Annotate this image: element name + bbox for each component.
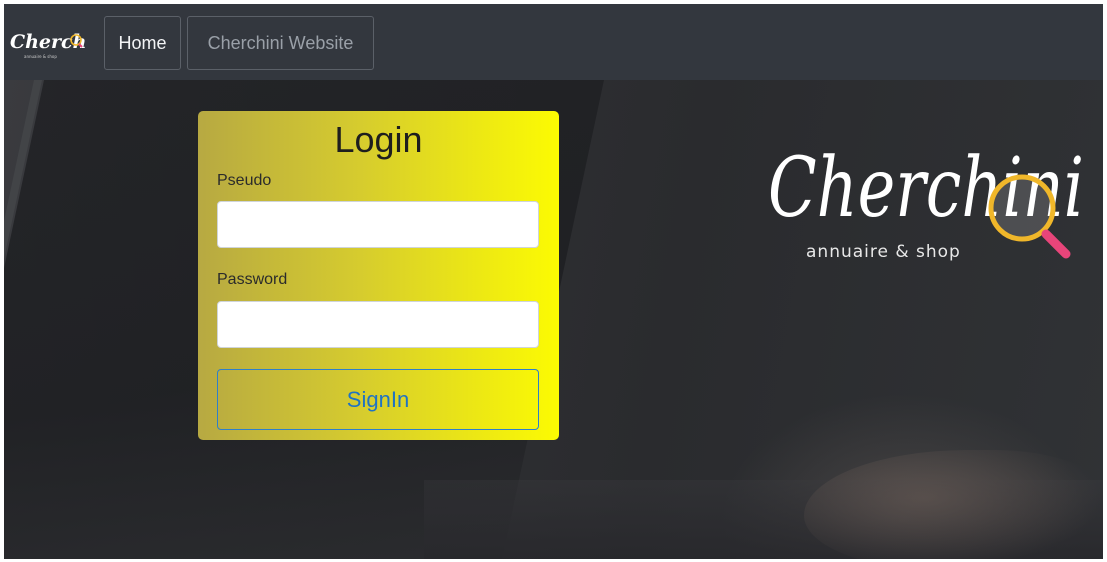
- signin-button[interactable]: SignIn: [217, 369, 539, 430]
- background-hand: [804, 450, 1103, 559]
- nav-home-button[interactable]: Home: [104, 16, 181, 70]
- password-label: Password: [217, 271, 288, 288]
- login-title: Login: [334, 119, 423, 160]
- brand-subtext: annuaire & shop: [24, 54, 57, 59]
- navbar: Cherchini annuaire & shop Home Cherchini…: [4, 4, 1103, 80]
- cherchini-logo: Cherchini annuaire & shop: [766, 108, 1086, 278]
- password-input[interactable]: [217, 301, 539, 348]
- brand-logo-text: Cherchini: [10, 31, 86, 53]
- brand-logo-graphic: Cherchini annuaire & shop: [10, 31, 115, 59]
- nav-website-button[interactable]: Cherchini Website: [187, 16, 374, 70]
- login-card: Login Pseudo Password SignIn: [198, 111, 559, 440]
- pseudo-label: Pseudo: [217, 172, 272, 189]
- logo-tagline: annuaire & shop: [806, 242, 961, 262]
- pseudo-input[interactable]: [217, 201, 539, 248]
- app-frame: Cherchini annuaire & shop Home Cherchini…: [4, 4, 1103, 559]
- brand-logo[interactable]: Cherchini annuaire & shop: [8, 26, 115, 62]
- cherchini-logo-graphic: Cherchini annuaire & shop: [768, 141, 1084, 262]
